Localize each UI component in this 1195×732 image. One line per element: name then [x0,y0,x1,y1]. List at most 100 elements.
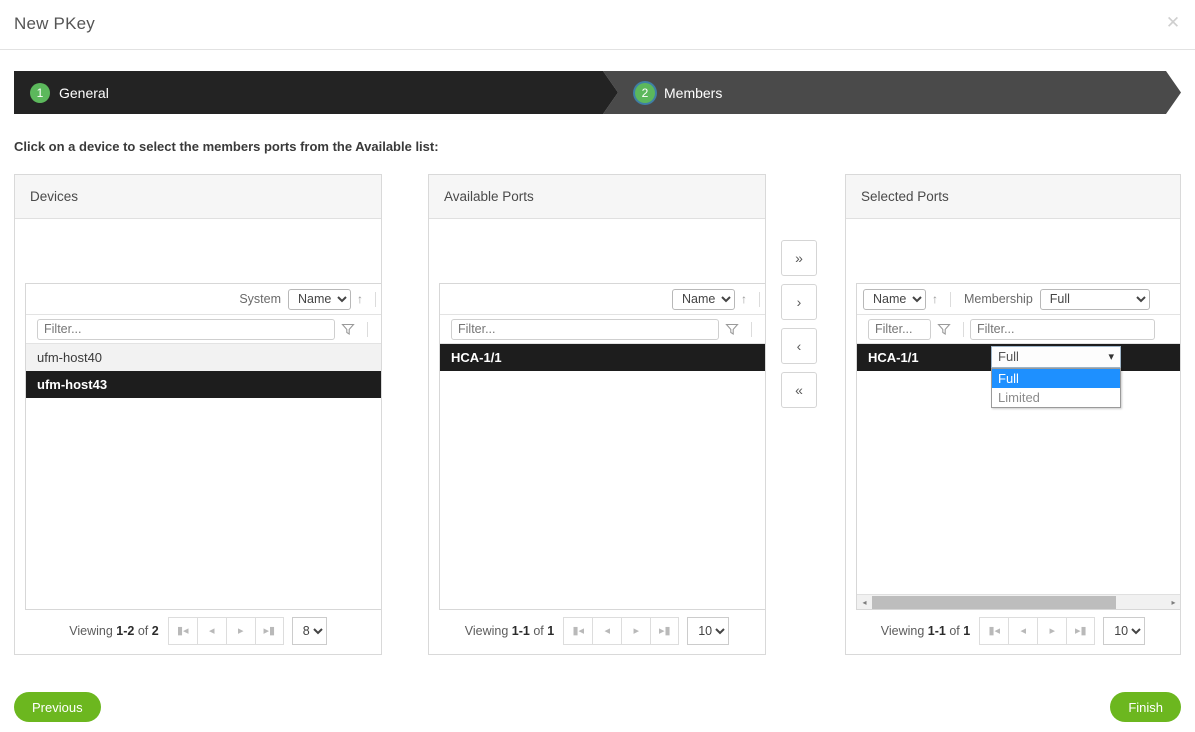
devices-grid-header: System Name ↑ [26,284,382,315]
devices-viewing-text: Viewing 1-2 of 2 [69,624,158,638]
viewing-range: 1-2 [116,624,134,638]
previous-button[interactable]: Previous [14,692,101,722]
close-icon[interactable]: ✕ [1163,13,1183,33]
membership-option-full[interactable]: Full [992,369,1120,388]
devices-sort-field-select[interactable]: Name [288,289,351,310]
membership-option-limited[interactable]: Limited [992,388,1120,407]
available-sort-field-select[interactable]: Name [672,289,735,310]
selected-page-size-select[interactable]: 10 [1103,617,1145,645]
divider [963,322,964,337]
selected-viewing-text: Viewing 1-1 of 1 [881,624,970,638]
available-ports-row-list: HCA-1/1 [440,344,766,371]
scrollbar-thumb[interactable] [872,596,1116,609]
first-page-button[interactable]: ▮◂ [168,617,197,645]
available-viewing-text: Viewing 1-1 of 1 [465,624,554,638]
finish-button[interactable]: Finish [1110,692,1181,722]
membership-select-value: Full [998,349,1019,364]
selected-port-name: HCA-1/1 [868,344,919,371]
move-left-button[interactable]: ‹ [781,328,817,364]
available-ports-panel-body: Name ↑ HCA-1/1 Viewing 1-1 [429,219,765,655]
viewing-total: 1 [547,624,554,638]
dialog-title-bar: New PKey ✕ [0,0,1195,50]
selected-ports-pagination: Viewing 1-1 of 1 ▮◂ ◂ ▸ ▸▮ 10 [846,617,1180,645]
first-page-button[interactable]: ▮◂ [563,617,592,645]
last-page-button[interactable]: ▸▮ [1066,617,1095,645]
divider [950,292,951,307]
viewing-of: of [949,624,959,638]
selected-ports-row-list: HCA-1/1 Full ▾ Full Limited [857,344,1181,371]
wizard-step-members[interactable]: 2 Members [603,71,1181,114]
available-sort-direction-icon[interactable]: ↑ [735,292,753,306]
devices-row-list: ufm-host40 ufm-host43 [26,344,382,398]
viewing-total: 1 [963,624,970,638]
viewing-range: 1-1 [928,624,946,638]
available-page-size-select[interactable]: 10 [687,617,729,645]
list-item[interactable]: HCA-1/1 [440,344,766,371]
move-all-right-button[interactable]: » [781,240,817,276]
available-filter-row [440,315,766,344]
viewing-total: 2 [152,624,159,638]
prev-page-button[interactable]: ◂ [1008,617,1037,645]
divider [367,322,368,337]
last-page-button[interactable]: ▸▮ [255,617,284,645]
selected-name-filter-input[interactable] [868,319,931,340]
list-item[interactable]: ufm-host40 [26,344,382,371]
selected-sort-direction-icon[interactable]: ↑ [926,292,944,306]
membership-dropdown-options[interactable]: Full Limited [991,368,1121,408]
move-right-button[interactable]: › [781,284,817,320]
available-ports-grid: Name ↑ HCA-1/1 [439,283,766,610]
next-page-button[interactable]: ▸ [621,617,650,645]
available-ports-panel: Available Ports Name ↑ [428,174,766,655]
membership-filter-select[interactable]: Full [1040,289,1150,310]
viewing-prefix: Viewing [881,624,925,638]
page-title: New PKey [14,14,95,34]
devices-filter-row [26,315,382,344]
devices-panel-header: Devices [15,175,381,219]
devices-page-size-select[interactable]: 8 [292,617,327,645]
viewing-range: 1-1 [512,624,530,638]
transfer-button-group: » › ‹ « [781,240,817,416]
step-number-badge: 2 [635,83,655,103]
filter-funnel-icon[interactable] [937,322,951,336]
wizard-step-general[interactable]: 1 General [14,71,618,114]
prev-page-button[interactable]: ◂ [592,617,621,645]
prev-page-button[interactable]: ◂ [197,617,226,645]
membership-select[interactable]: Full ▾ [991,346,1121,368]
filter-funnel-icon[interactable] [341,322,355,336]
wizard-step-bar: 1 General 2 Members [14,71,1181,114]
table-row[interactable]: HCA-1/1 Full ▾ Full Limited [857,344,1181,371]
membership-filter-input[interactable] [970,319,1155,340]
scroll-right-arrow-icon[interactable]: ▸ [1166,598,1181,607]
next-page-button[interactable]: ▸ [1037,617,1066,645]
move-all-left-button[interactable]: « [781,372,817,408]
devices-panel: Devices System Name ↑ [14,174,382,655]
divider [375,292,376,307]
selected-ports-grid-header: Name ↑ Membership Full [857,284,1181,315]
first-page-button[interactable]: ▮◂ [979,617,1008,645]
available-ports-grid-header: Name ↑ [440,284,766,315]
horizontal-scrollbar[interactable]: ◂ ▸ [857,594,1181,609]
filter-funnel-icon[interactable] [725,322,739,336]
viewing-of: of [533,624,543,638]
available-filter-input[interactable] [451,319,719,340]
devices-filter-input[interactable] [37,319,335,340]
last-page-button[interactable]: ▸▮ [650,617,679,645]
scrollbar-track[interactable] [872,596,1166,609]
scroll-left-arrow-icon[interactable]: ◂ [857,598,872,607]
list-item[interactable]: ufm-host43 [26,371,382,398]
next-page-button[interactable]: ▸ [226,617,255,645]
viewing-prefix: Viewing [69,624,113,638]
instruction-text: Click on a device to select the members … [14,139,439,154]
devices-system-label: System [232,292,288,306]
selected-ports-panel-header: Selected Ports [846,175,1180,219]
selected-filter-row [857,315,1181,344]
wizard-step-label: Members [664,85,722,101]
chevron-down-icon: ▾ [1108,347,1114,367]
viewing-of: of [138,624,148,638]
devices-panel-body: System Name ↑ ufm-host40 ufm-host43 [15,219,381,655]
selected-sort-field-select[interactable]: Name [863,289,926,310]
devices-sort-direction-icon[interactable]: ↑ [351,292,369,306]
viewing-prefix: Viewing [465,624,509,638]
available-ports-pagination: Viewing 1-1 of 1 ▮◂ ◂ ▸ ▸▮ 10 [429,617,765,645]
divider [751,322,752,337]
